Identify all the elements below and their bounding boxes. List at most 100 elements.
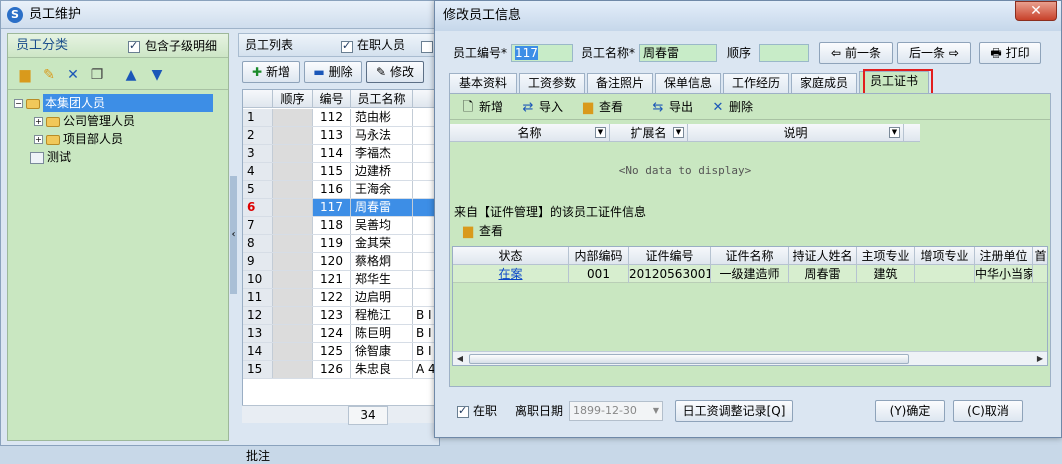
horizontal-scrollbar[interactable]: ◀ ▶ [453, 351, 1047, 365]
tree-node-management[interactable]: + 公司管理人员 [34, 112, 135, 130]
employee-code-field[interactable]: 117 [511, 44, 573, 62]
table-row[interactable]: 14 125 徐智康 B I [243, 343, 437, 361]
chevron-down-icon[interactable]: ▼ [653, 402, 659, 420]
table-row[interactable]: 3 114 李福杰 [243, 145, 437, 163]
filter-dropdown-icon[interactable]: ▼ [673, 127, 684, 138]
table-cell: 建筑 [857, 265, 915, 283]
employed-label: 在职 [473, 404, 498, 418]
certificate-registry-grid: 状态 内部编码 证件编号 证件名称 持证人姓名 主项专业 增项专业 注册单位首 在案 001 20… [452, 246, 1048, 366]
in-service-checkbox[interactable] [341, 39, 353, 53]
column-seq[interactable]: 顺序 [273, 90, 313, 108]
registry-column-header[interactable]: 内部编码 [569, 247, 629, 265]
registry-column-header[interactable]: 主项专业 [857, 247, 915, 265]
cert-col-desc[interactable]: 说明 ▼ [688, 124, 904, 142]
cert-import-button[interactable]: ⇄ 导入 [520, 98, 563, 116]
scroll-left-icon[interactable]: ◀ [453, 352, 467, 365]
table-row[interactable]: 8 119 金其荣 [243, 235, 437, 253]
move-up-icon[interactable]: ▲ [122, 66, 140, 84]
close-icon[interactable]: ✕ [1015, 1, 1057, 21]
include-children-checkbox[interactable] [128, 39, 140, 53]
modify-button[interactable]: ✎ 修改 [366, 61, 424, 83]
registry-column-header[interactable]: 持证人姓名 [789, 247, 857, 265]
table-cell [273, 145, 313, 162]
registry-column-header[interactable]: 首 [1033, 247, 1047, 265]
table-row[interactable]: 在案 001 20120563001 一级建造师 周春雷 建筑 中华小当家 [453, 265, 1047, 283]
registry-column-header[interactable]: 状态 [453, 247, 569, 265]
tab-notes-photo[interactable]: 备注照片 [587, 73, 653, 93]
employee-list-panel: 员工列表 在职人员 ✚ 新增 ▬ 删除 ✎ 修改 顺序 编号 员工名称 1112… [238, 33, 438, 463]
scroll-right-icon[interactable]: ▶ [1033, 352, 1047, 365]
panel-splitter[interactable]: ‹ [230, 176, 237, 294]
table-row[interactable]: 4 115 边建桥 [243, 163, 437, 181]
filter-dropdown-icon[interactable]: ▼ [889, 127, 900, 138]
tree-node-project[interactable]: + 项目部人员 [34, 130, 123, 148]
table-row[interactable]: 7 118 吴善均 [243, 217, 437, 235]
expand-icon[interactable]: + [34, 117, 43, 126]
cert-add-button[interactable]: 🗋 新增 [460, 98, 503, 116]
registry-view-button[interactable]: ▆ 查看 [460, 222, 503, 240]
print-button[interactable]: 🖶 打印 [979, 42, 1041, 64]
leave-date-picker[interactable]: 1899-12-30 ▼ [569, 401, 663, 421]
add-folder-icon[interactable]: ▆ [16, 66, 34, 84]
table-row[interactable]: 6 117 周春雷 [243, 199, 437, 217]
edit-folder-icon[interactable]: ✎ [40, 66, 58, 84]
registry-column-header[interactable]: 注册单位 [975, 247, 1033, 265]
ok-button[interactable]: (Y)确定 [875, 400, 945, 422]
registry-column-header[interactable]: 增项专业 [915, 247, 975, 265]
in-service-label: 在职人员 [357, 38, 406, 52]
filter-dropdown-icon[interactable]: ▼ [595, 127, 606, 138]
tab-salary-params[interactable]: 工资参数 [519, 73, 585, 93]
cert-view-button[interactable]: ▆ 查看 [580, 98, 623, 116]
tab-basic-info[interactable]: 基本资料 [449, 73, 517, 93]
table-row[interactable]: 10 121 郑华生 [243, 271, 437, 289]
expand-icon[interactable]: + [34, 135, 43, 144]
tree-node-group[interactable]: − 本集团人员 [14, 94, 213, 112]
cert-col-ext[interactable]: 扩展名 ▼ [610, 124, 688, 142]
table-cell: 12 [243, 307, 273, 324]
table-cell: 124 [313, 325, 351, 342]
table-row[interactable]: 2 113 马永法 [243, 127, 437, 145]
collapse-icon[interactable]: − [14, 99, 23, 108]
column-name[interactable]: 员工名称 [351, 90, 413, 108]
status-link[interactable]: 在案 [453, 265, 569, 283]
column-code[interactable]: 编号 [313, 90, 351, 108]
table-row[interactable]: 13 124 陈巨明 B I [243, 325, 437, 343]
table-row[interactable]: 11 122 边启明 [243, 289, 437, 307]
employed-checkbox[interactable] [457, 404, 469, 418]
employee-name-field[interactable]: 周春雷 [639, 44, 717, 62]
new-doc-icon: 🗋 [462, 100, 474, 115]
salary-log-button[interactable]: 日工资调整记录[Q] [675, 400, 793, 422]
prev-record-button[interactable]: ⇦ 前一条 [819, 42, 893, 64]
table-row[interactable]: 1 112 范由彬 [243, 109, 437, 127]
scrollbar-thumb[interactable] [469, 354, 909, 364]
move-down-icon[interactable]: ▼ [148, 66, 166, 84]
registry-column-header[interactable]: 证件名称 [711, 247, 789, 265]
delete-button[interactable]: ▬ 删除 [304, 61, 362, 83]
table-row[interactable]: 9 120 蔡格炯 [243, 253, 437, 271]
table-cell [273, 109, 313, 126]
table-row[interactable]: 5 116 王海余 [243, 181, 437, 199]
certificates-tab-panel: 🗋 新增 ⇄ 导入 ▆ 查看 ⇆ 导出 ✕ 删除 名称 ▼ 扩展名 ▼ 说明 ▼ <No dat… [449, 93, 1051, 387]
delete-icon[interactable]: ✕ [64, 66, 82, 84]
cert-col-name[interactable]: 名称 ▼ [450, 124, 610, 142]
table-row[interactable]: 12 123 程桅江 B I [243, 307, 437, 325]
tree-node-test[interactable]: 测试 [30, 148, 71, 166]
table-cell: 程桅江 [351, 307, 413, 324]
order-field[interactable] [759, 44, 809, 62]
add-button[interactable]: ✚ 新增 [242, 61, 300, 83]
tab-family[interactable]: 家庭成员 [791, 73, 857, 93]
cert-delete-button[interactable]: ✕ 删除 [710, 98, 753, 116]
registry-column-header[interactable]: 证件编号 [629, 247, 711, 265]
table-cell: 4 [243, 163, 273, 180]
next-record-button[interactable]: 后一条 ⇨ [897, 42, 971, 64]
tab-policy-info[interactable]: 保单信息 [655, 73, 721, 93]
tab-work-history[interactable]: 工作经历 [723, 73, 789, 93]
table-row[interactable]: 15 126 朱忠良 A 4 [243, 361, 437, 379]
copy-icon[interactable]: ❐ [88, 66, 106, 84]
cert-export-button[interactable]: ⇆ 导出 [650, 98, 693, 116]
cancel-button[interactable]: (C)取消 [953, 400, 1023, 422]
table-cell: 蔡格炯 [351, 253, 413, 270]
table-cell: 13 [243, 325, 273, 342]
table-cell: 126 [313, 361, 351, 378]
extra-checkbox[interactable] [421, 39, 433, 53]
